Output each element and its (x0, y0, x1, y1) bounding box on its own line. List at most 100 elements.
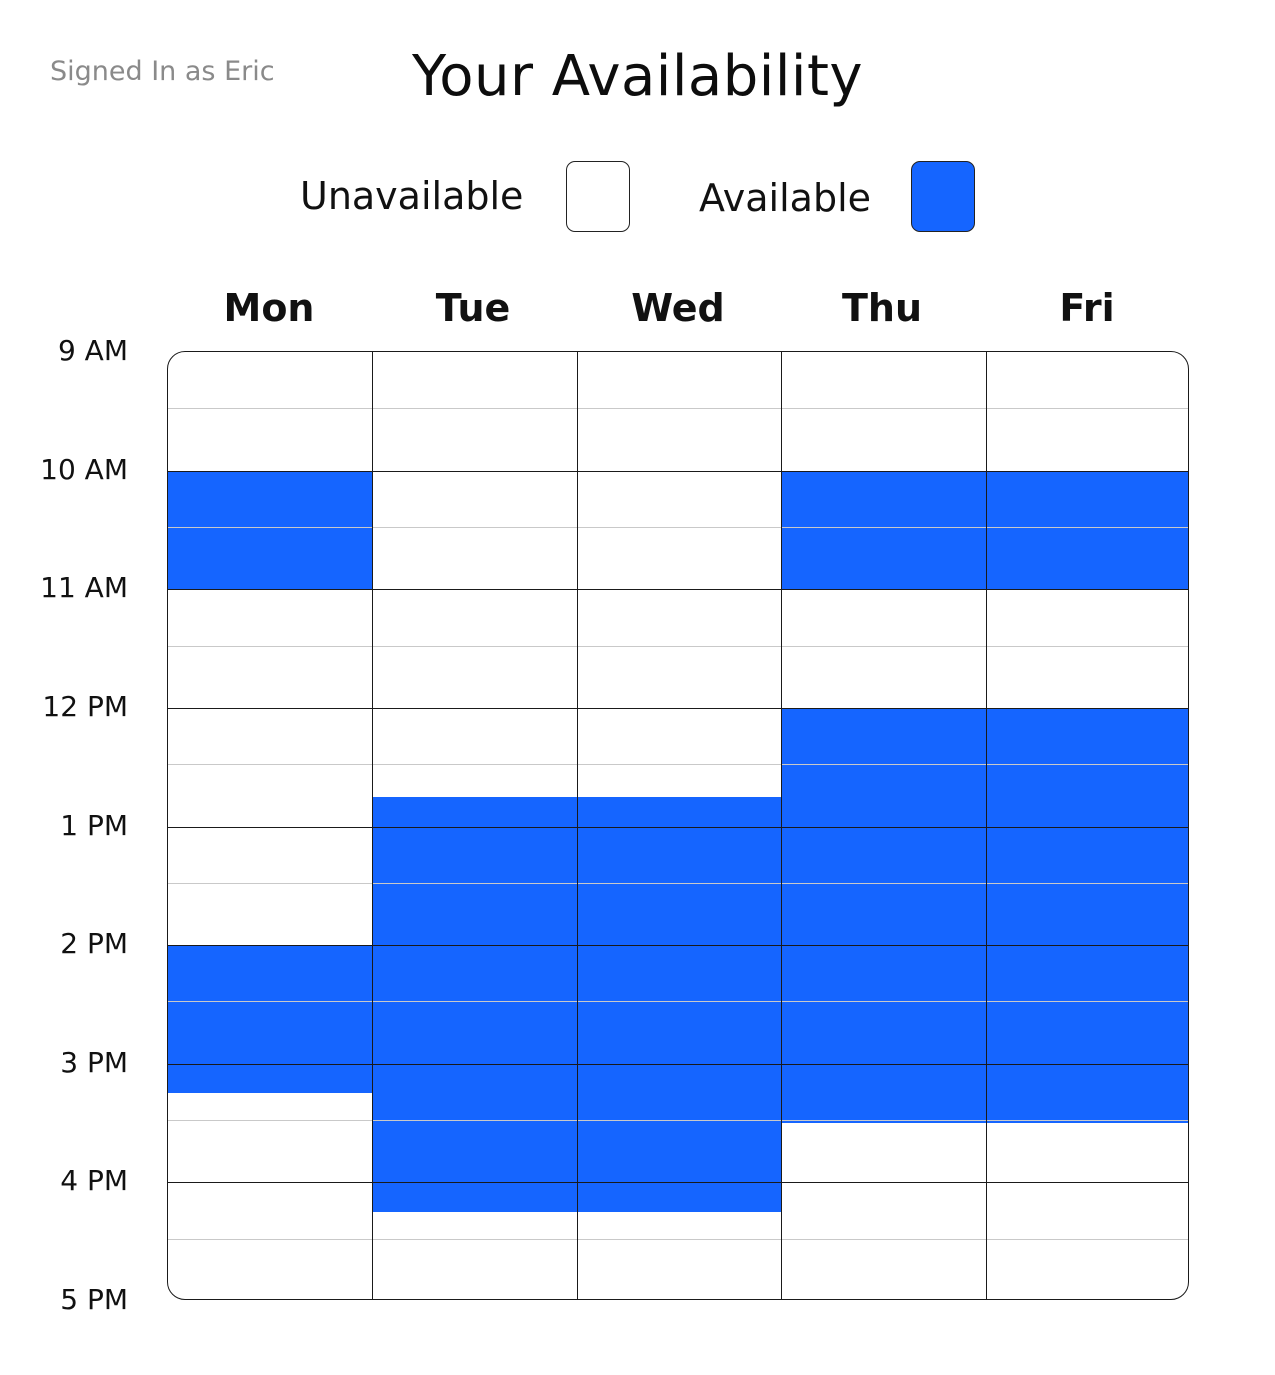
time-slot-mon[interactable] (168, 471, 372, 530)
time-slot-tue[interactable] (372, 352, 576, 411)
time-slot-mon[interactable] (168, 1123, 372, 1182)
time-slot-thu[interactable] (781, 886, 985, 945)
time-slot-wed[interactable] (577, 886, 781, 945)
time-slot-wed[interactable] (577, 1004, 781, 1063)
time-slot-fri[interactable] (986, 530, 1188, 589)
time-slot-wed[interactable] (577, 1123, 781, 1182)
time-slot-wed[interactable] (577, 589, 781, 648)
time-slot-fri[interactable] (986, 471, 1188, 530)
time-slot-thu[interactable] (781, 767, 985, 826)
time-slot-wed[interactable] (577, 1242, 781, 1299)
time-slot-thu[interactable] (781, 945, 985, 1004)
time-label: 5 PM (60, 1283, 128, 1316)
time-slot-thu[interactable] (781, 1242, 985, 1299)
time-slot-mon[interactable] (168, 886, 372, 945)
time-slot-thu[interactable] (781, 827, 985, 886)
time-slot-fri[interactable] (986, 589, 1188, 648)
time-label: 4 PM (60, 1164, 128, 1198)
time-slot-wed[interactable] (577, 1064, 781, 1123)
time-slot-fri[interactable] (986, 708, 1188, 767)
time-slot-tue[interactable] (372, 649, 576, 708)
time-slot-thu[interactable] (781, 1123, 985, 1182)
time-slot-wed[interactable] (577, 352, 781, 411)
time-slot-wed[interactable] (577, 649, 781, 708)
legend-available-label: Available (699, 176, 872, 220)
time-slot-fri[interactable] (986, 827, 1188, 886)
time-slot-tue[interactable] (372, 530, 576, 589)
time-slot-tue[interactable] (372, 708, 576, 767)
time-slot-thu[interactable] (781, 411, 985, 470)
time-slot-tue[interactable] (372, 767, 576, 826)
time-slot-tue[interactable] (372, 1064, 576, 1123)
time-slot-fri[interactable] (986, 1182, 1188, 1241)
time-slot-fri[interactable] (986, 1004, 1188, 1063)
time-slot-thu[interactable] (781, 1004, 985, 1063)
time-slot-mon[interactable] (168, 827, 372, 886)
time-slot-tue[interactable] (372, 1182, 576, 1241)
time-slot-mon[interactable] (168, 1242, 372, 1299)
time-slot-thu[interactable] (781, 589, 985, 648)
legend-unavailable-label: Unavailable (300, 174, 524, 218)
time-slot-fri[interactable] (986, 886, 1188, 945)
time-slot-thu[interactable] (781, 471, 985, 530)
time-slot-mon[interactable] (168, 589, 372, 648)
time-slot-wed[interactable] (577, 411, 781, 470)
time-slot-wed[interactable] (577, 1182, 781, 1241)
time-slot-fri[interactable] (986, 767, 1188, 826)
time-slot-wed[interactable] (577, 767, 781, 826)
time-slot-wed[interactable] (577, 471, 781, 530)
time-slot-wed[interactable] (577, 708, 781, 767)
time-slot-fri[interactable] (986, 1242, 1188, 1299)
page-title: Your Availability (411, 44, 864, 109)
time-slot-tue[interactable] (372, 471, 576, 530)
time-slot-tue[interactable] (372, 827, 576, 886)
time-slot-thu[interactable] (781, 649, 985, 708)
time-slot-tue[interactable] (372, 1004, 576, 1063)
time-slot-thu[interactable] (781, 352, 985, 411)
time-slot-mon[interactable] (168, 1004, 372, 1063)
time-slot-thu[interactable] (781, 1064, 985, 1123)
time-slot-mon[interactable] (168, 530, 372, 589)
time-slot-fri[interactable] (986, 945, 1188, 1004)
time-label: 11 AM (40, 571, 128, 605)
time-label: 12 PM (42, 689, 128, 723)
day-header-thu: Thu (841, 286, 923, 330)
time-label: 3 PM (60, 1045, 128, 1079)
availability-grid[interactable] (167, 351, 1189, 1300)
time-slot-mon[interactable] (168, 708, 372, 767)
time-slot-tue[interactable] (372, 1242, 576, 1299)
time-slot-wed[interactable] (577, 945, 781, 1004)
time-slot-tue[interactable] (372, 411, 576, 470)
time-slot-mon[interactable] (168, 411, 372, 470)
time-slot-mon[interactable] (168, 945, 372, 1004)
time-slot-thu[interactable] (781, 708, 985, 767)
time-slot-mon[interactable] (168, 767, 372, 826)
time-label: 1 PM (60, 808, 128, 842)
time-slot-tue[interactable] (372, 945, 576, 1004)
time-slot-fri[interactable] (986, 649, 1188, 708)
time-slot-fri[interactable] (986, 352, 1188, 411)
time-label: 10 AM (40, 452, 128, 486)
time-slot-thu[interactable] (781, 1182, 985, 1241)
legend-available-swatch (911, 161, 975, 232)
time-slot-fri[interactable] (986, 411, 1188, 470)
time-slot-thu[interactable] (781, 530, 985, 589)
day-header-fri: Fri (1059, 286, 1115, 330)
legend-unavailable-swatch (566, 161, 630, 232)
time-slot-tue[interactable] (372, 1123, 576, 1182)
time-slot-wed[interactable] (577, 827, 781, 886)
day-header-mon: Mon (223, 286, 315, 330)
time-slot-mon[interactable] (168, 352, 372, 411)
time-slot-fri[interactable] (986, 1123, 1188, 1182)
time-label: 2 PM (60, 927, 128, 961)
time-slot-tue[interactable] (372, 589, 576, 648)
day-header-tue: Tue (435, 286, 511, 330)
time-label: 9 AM (57, 334, 128, 367)
time-slot-wed[interactable] (577, 530, 781, 589)
day-header-wed: Wed (631, 286, 725, 330)
time-slot-tue[interactable] (372, 886, 576, 945)
time-slot-mon[interactable] (168, 1182, 372, 1241)
time-slot-mon[interactable] (168, 649, 372, 708)
time-slot-fri[interactable] (986, 1064, 1188, 1123)
time-slot-mon[interactable] (168, 1064, 372, 1123)
